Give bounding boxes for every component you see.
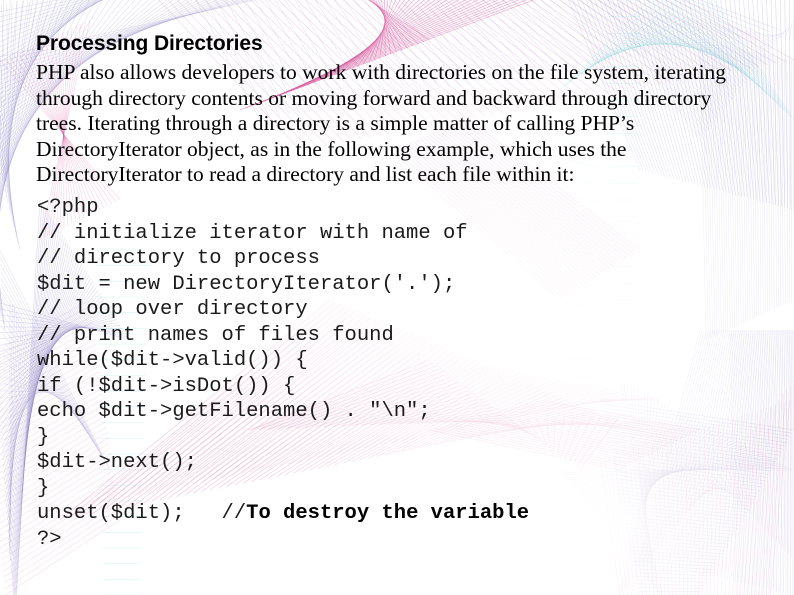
code-line: // directory to process (37, 247, 320, 270)
code-line: ?> (37, 527, 62, 551)
code-line: // loop over directory (37, 298, 308, 321)
code-line: if (!$dit->isDot()) { (37, 374, 296, 398)
body-paragraph: PHP also allows developers to work with … (36, 60, 727, 187)
code-line: while($dit->valid()) { (37, 349, 308, 372)
code-line: // print names of files found (37, 323, 394, 347)
code-line: // initialize iterator with name of (37, 221, 468, 245)
code-line: $dit->next(); (37, 451, 197, 474)
code-line: $dit = new DirectoryIterator('.'); (37, 272, 456, 296)
code-line: } (37, 425, 50, 449)
code-line: } (37, 476, 50, 500)
code-line: <?php (37, 196, 99, 219)
slide-canvas: Processing Directories PHP also allows d… (0, 0, 794, 595)
code-line: echo $dit->getFilename() . "\n"; (37, 400, 431, 423)
php-code-block: <?php// initialize iterator with name of… (37, 195, 777, 552)
code-unset-statement: unset($dit); // (37, 502, 247, 525)
page-title: Processing Directories (36, 32, 263, 55)
code-unset-comment: To destroy the variable (246, 502, 530, 525)
code-line-unset: unset($dit); //To destroy the variable (37, 501, 777, 527)
